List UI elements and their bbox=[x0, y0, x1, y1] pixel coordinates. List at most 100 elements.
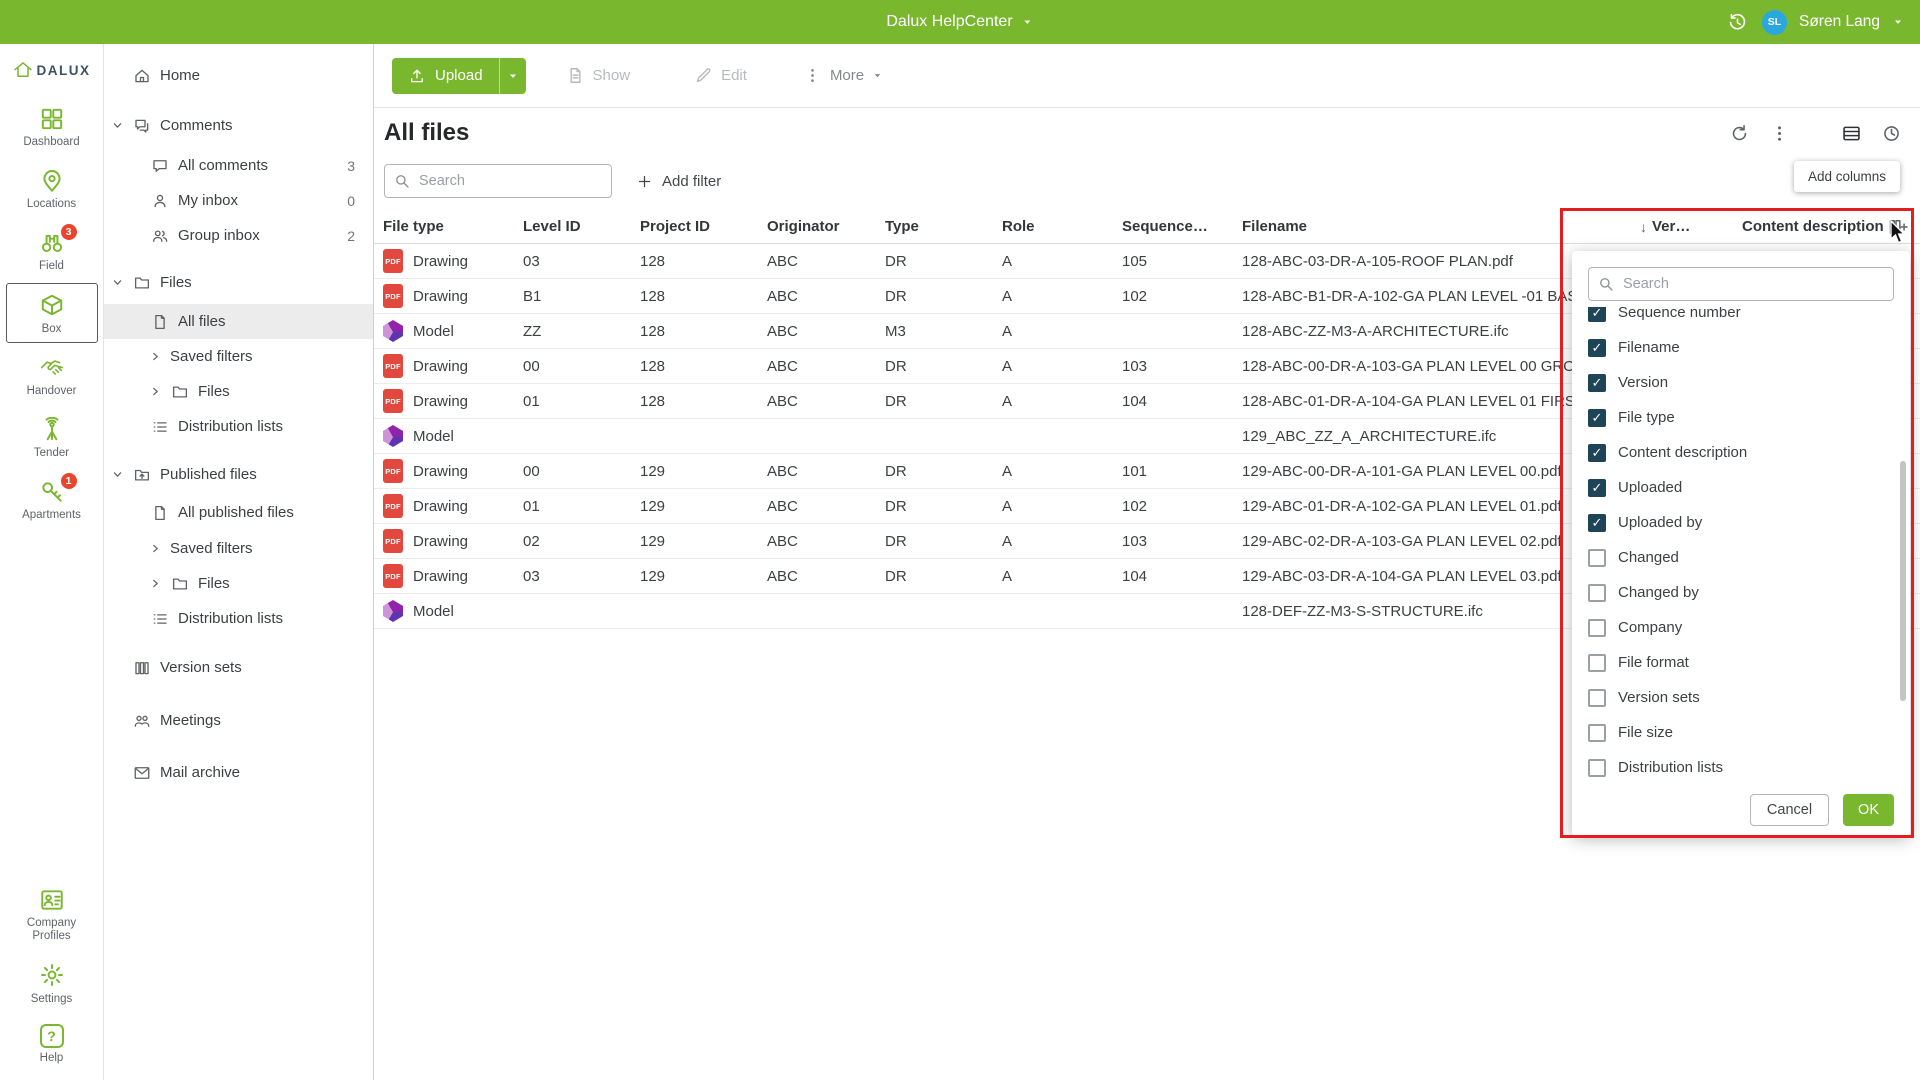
rail-item-dashboard[interactable]: Dashboard bbox=[6, 96, 98, 156]
more-button[interactable]: More bbox=[803, 66, 883, 85]
checkbox[interactable] bbox=[1588, 409, 1606, 427]
checkbox[interactable] bbox=[1588, 479, 1606, 497]
folder-icon bbox=[170, 574, 190, 594]
sidebar-item-saved-filters[interactable]: Saved filters bbox=[104, 339, 373, 374]
sidebar-item-all-comments[interactable]: All comments 3 bbox=[104, 148, 373, 183]
column-option-changed[interactable]: Changed bbox=[1588, 540, 1910, 575]
chevron-right-icon[interactable] bbox=[150, 578, 170, 589]
table-view-icon[interactable] bbox=[1838, 120, 1864, 146]
column-option-version[interactable]: Version bbox=[1588, 365, 1910, 400]
column-option-content-description[interactable]: Content description bbox=[1588, 435, 1910, 470]
chevron-right-icon[interactable] bbox=[150, 351, 170, 362]
checkbox[interactable] bbox=[1588, 759, 1606, 777]
chevron-down-icon[interactable] bbox=[112, 469, 132, 480]
rail-item-apartments[interactable]: 1 Apartments bbox=[6, 469, 98, 529]
sidebar-item-meetings[interactable]: Meetings bbox=[104, 703, 373, 738]
checkbox[interactable] bbox=[1588, 584, 1606, 602]
column-option-sequence-number[interactable]: Sequence number bbox=[1588, 307, 1910, 330]
add-filter-button[interactable]: Add filter bbox=[636, 164, 721, 198]
rail-item-locations[interactable]: Locations bbox=[6, 158, 98, 218]
upload-split-button[interactable]: Upload bbox=[392, 58, 526, 94]
column-option-version-sets[interactable]: Version sets bbox=[1588, 680, 1910, 715]
checkbox[interactable] bbox=[1588, 549, 1606, 567]
checkbox[interactable] bbox=[1588, 444, 1606, 462]
ok-button[interactable]: OK bbox=[1843, 794, 1894, 826]
sidebar-item-group-inbox[interactable]: Group inbox 2 bbox=[104, 218, 373, 253]
refresh-icon[interactable] bbox=[1726, 120, 1752, 146]
rail-item-settings[interactable]: Settings bbox=[6, 953, 98, 1013]
chevron-down-icon[interactable] bbox=[112, 277, 132, 288]
originator-cell: ABC bbox=[767, 323, 885, 340]
sidebar-item-saved-filters-published[interactable]: Saved filters bbox=[104, 531, 373, 566]
column-header-version[interactable]: ↓ Ver… bbox=[1640, 218, 1742, 235]
people-icon bbox=[150, 226, 170, 246]
checkbox[interactable] bbox=[1588, 374, 1606, 392]
column-option-company[interactable]: Company bbox=[1588, 610, 1910, 645]
column-header-project-id[interactable]: Project ID bbox=[640, 218, 767, 235]
column-header-sequence[interactable]: Sequence… bbox=[1122, 218, 1242, 235]
rail-item-handover[interactable]: Handover bbox=[6, 345, 98, 405]
column-option-distribution-lists[interactable]: Distribution lists bbox=[1588, 750, 1910, 779]
project-switcher[interactable]: Dalux HelpCenter bbox=[886, 0, 1033, 44]
column-option-uploaded-by[interactable]: Uploaded by bbox=[1588, 505, 1910, 540]
edit-button[interactable]: Edit bbox=[694, 66, 747, 85]
checkbox[interactable] bbox=[1588, 619, 1606, 637]
sidebar-item-home[interactable]: Home bbox=[104, 58, 373, 93]
cancel-button[interactable]: Cancel bbox=[1750, 794, 1829, 826]
checkbox[interactable] bbox=[1588, 689, 1606, 707]
checkbox[interactable] bbox=[1588, 514, 1606, 532]
column-header-originator[interactable]: Originator bbox=[767, 218, 885, 235]
chevron-down-icon[interactable] bbox=[112, 120, 132, 131]
more-options-icon[interactable] bbox=[1766, 120, 1792, 146]
show-button[interactable]: Show bbox=[566, 66, 631, 85]
column-header-type[interactable]: Type bbox=[885, 218, 1002, 235]
rail-item-tender[interactable]: Tender bbox=[6, 407, 98, 467]
sidebar-item-distribution-lists[interactable]: Distribution lists bbox=[104, 409, 373, 444]
column-header-file-type[interactable]: File type bbox=[383, 218, 523, 235]
column-header-filename[interactable]: Filename bbox=[1242, 218, 1640, 235]
sidebar-item-all-files[interactable]: All files bbox=[104, 304, 373, 339]
checkbox[interactable] bbox=[1588, 654, 1606, 672]
column-option-file-format[interactable]: File format bbox=[1588, 645, 1910, 680]
column-option-file-type[interactable]: File type bbox=[1588, 400, 1910, 435]
column-header-role[interactable]: Role bbox=[1002, 218, 1122, 235]
checkbox[interactable] bbox=[1588, 724, 1606, 742]
popup-search-input[interactable] bbox=[1588, 267, 1894, 301]
column-option-changed-by[interactable]: Changed by bbox=[1588, 575, 1910, 610]
rail-item-field[interactable]: 3 Field bbox=[6, 220, 98, 280]
level-id-cell: 03 bbox=[523, 568, 640, 585]
sidebar-item-all-published-files[interactable]: All published files bbox=[104, 495, 373, 530]
sidebar-group-published-files[interactable]: Published files bbox=[104, 457, 373, 492]
sidebar-item-mail-archive[interactable]: Mail archive bbox=[104, 755, 373, 790]
search-box bbox=[384, 164, 612, 198]
history-icon[interactable] bbox=[1724, 9, 1750, 35]
search-input[interactable] bbox=[384, 164, 612, 198]
column-option-label: File format bbox=[1618, 654, 1689, 671]
rail-item-company-profiles[interactable]: Company Profiles bbox=[6, 877, 98, 950]
popup-scrollbar[interactable] bbox=[1900, 461, 1906, 701]
add-columns-icon[interactable] bbox=[1888, 217, 1908, 237]
column-option-file-size[interactable]: File size bbox=[1588, 715, 1910, 750]
sidebar-group-comments[interactable]: Comments bbox=[104, 108, 373, 143]
sidebar-item-version-sets[interactable]: Version sets bbox=[104, 650, 373, 685]
checkbox[interactable] bbox=[1588, 339, 1606, 357]
sidebar-group-files[interactable]: Files bbox=[104, 265, 373, 300]
upload-dropdown-button[interactable] bbox=[499, 58, 526, 94]
sidebar-item-files-folder[interactable]: Files bbox=[104, 374, 373, 409]
recent-view-icon[interactable] bbox=[1878, 120, 1904, 146]
sidebar-item-distribution-lists-published[interactable]: Distribution lists bbox=[104, 601, 373, 636]
rail-item-help[interactable]: ? Help bbox=[6, 1015, 98, 1072]
chevron-right-icon[interactable] bbox=[150, 543, 170, 554]
checkbox[interactable] bbox=[1588, 307, 1606, 322]
sidebar-item-my-inbox[interactable]: My inbox 0 bbox=[104, 183, 373, 218]
column-option-uploaded[interactable]: Uploaded bbox=[1588, 470, 1910, 505]
rail-item-box[interactable]: Box bbox=[6, 283, 98, 343]
user-menu-chevron-icon[interactable] bbox=[1892, 16, 1904, 28]
chevron-right-icon[interactable] bbox=[150, 386, 170, 397]
column-header-level-id[interactable]: Level ID bbox=[523, 218, 640, 235]
avatar[interactable]: SL bbox=[1762, 10, 1787, 35]
column-option-filename[interactable]: Filename bbox=[1588, 330, 1910, 365]
dalux-logo[interactable]: DALUX bbox=[13, 44, 91, 96]
upload-button[interactable]: Upload bbox=[392, 58, 499, 94]
sidebar-item-files-folder-published[interactable]: Files bbox=[104, 566, 373, 601]
